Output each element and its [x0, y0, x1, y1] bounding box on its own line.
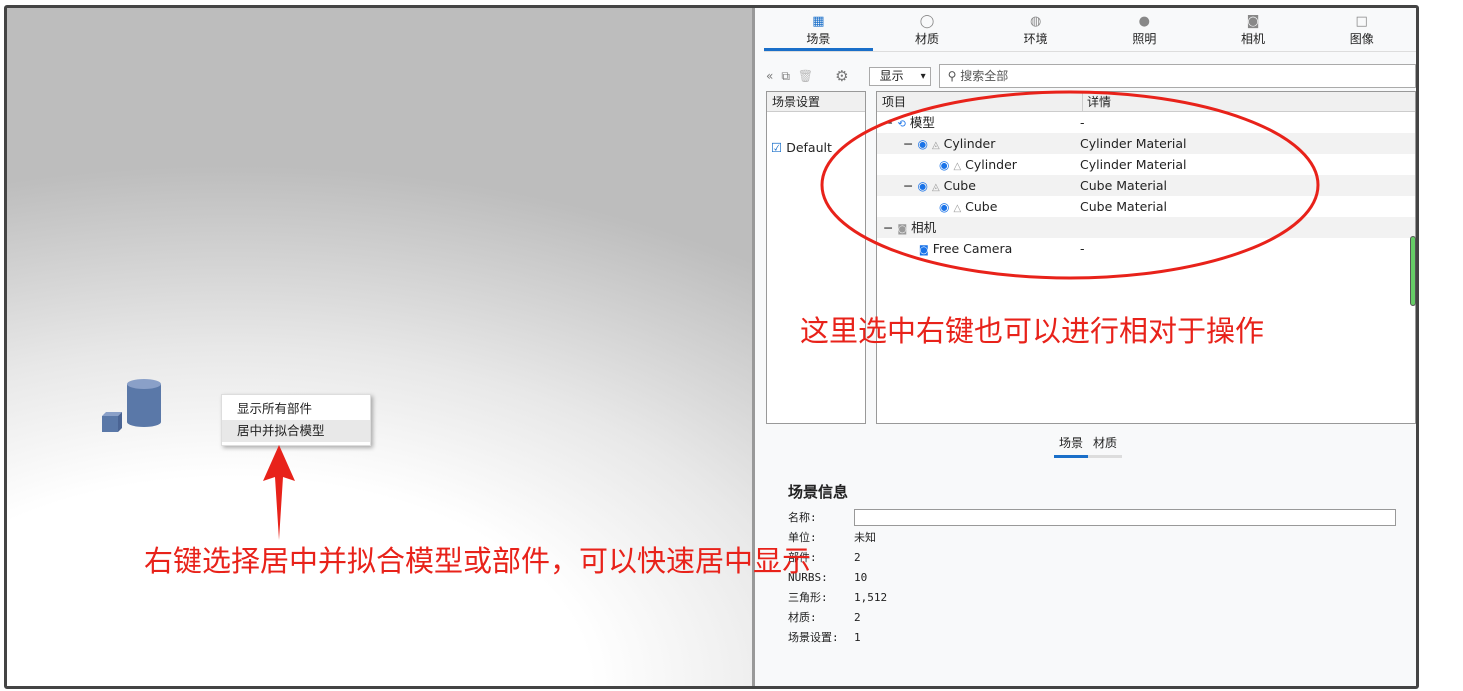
annotation-bottom: 右键选择居中并拟合模型或部件，可以快速居中显示: [144, 544, 812, 578]
bulb-icon: ●: [1138, 14, 1151, 29]
info-value: 1,512: [854, 591, 888, 604]
info-value: 1: [854, 631, 861, 644]
annotation-arrow: [263, 445, 295, 540]
tab-lighting[interactable]: ● 照明: [1090, 8, 1199, 51]
camera-icon: ◙: [1246, 14, 1260, 29]
tab-label: 照明: [1132, 32, 1157, 46]
image-frame-icon: □: [1355, 14, 1368, 29]
display-select[interactable]: 显示: [868, 66, 931, 86]
tab-label: 图像: [1349, 32, 1374, 46]
info-tabs: 场景 材质: [1054, 434, 1123, 458]
cube-model[interactable]: [100, 411, 122, 435]
tab-material[interactable]: ◯ 材质: [873, 8, 982, 51]
name-label: 名称:: [788, 511, 817, 524]
3d-viewport[interactable]: 显示所有部件 居中并拟合模型: [7, 8, 755, 686]
material-icon: ◯: [919, 14, 935, 29]
info-value: 未知: [854, 531, 876, 544]
tab-image[interactable]: □ 图像: [1307, 8, 1416, 51]
info-key: 三角形:: [788, 591, 828, 604]
tab-scene[interactable]: ▦ 场景: [764, 8, 873, 51]
tab-environment[interactable]: ◍ 环境: [981, 8, 1090, 51]
scene-list-icon: ▦: [812, 14, 825, 29]
info-key: 场景设置:: [788, 631, 839, 644]
search-icon: ⚲: [947, 69, 961, 83]
annotation-ellipse: [820, 90, 1320, 280]
name-input[interactable]: [854, 509, 1396, 526]
tab-label: 环境: [1023, 32, 1048, 46]
tab-camera[interactable]: ◙ 相机: [1199, 8, 1308, 51]
panel-scrollbar[interactable]: [1410, 236, 1416, 306]
search-placeholder: 搜索全部: [960, 69, 1009, 83]
collapse-icon[interactable]: «: [766, 69, 773, 83]
info-key: 材质:: [788, 611, 817, 624]
menu-item-center-fit-model[interactable]: 居中并拟合模型: [222, 420, 370, 442]
cylinder-model[interactable]: [125, 378, 165, 428]
context-menu: 显示所有部件 居中并拟合模型: [221, 394, 371, 446]
annotation-right: 这里选中右键也可以进行相对于操作: [800, 314, 1265, 348]
info-value: 2: [854, 611, 861, 624]
globe-icon: ◍: [1030, 14, 1042, 29]
info-value: 2: [854, 551, 861, 564]
subtab-material[interactable]: 材质: [1088, 434, 1123, 458]
subtab-scene[interactable]: 场景: [1054, 434, 1089, 458]
tab-label: 材质: [915, 32, 940, 46]
trash-icon[interactable]: 🗑: [798, 69, 813, 83]
checkbox-checked-icon[interactable]: ☑: [771, 140, 782, 155]
menu-item-show-all-parts[interactable]: 显示所有部件: [222, 398, 370, 420]
add-scene-icon[interactable]: ⧉: [781, 69, 790, 84]
tab-label: 场景: [806, 32, 831, 46]
scene-info: 场景信息 名称: 单位: 未知 部件: 2 NURBS: 10 三角形: 1,512 材…: [788, 481, 1396, 648]
info-value: 10: [854, 571, 868, 584]
scene-info-title: 场景信息: [788, 483, 849, 501]
gear-icon[interactable]: ⚙: [835, 67, 848, 85]
main-tabs: ▦ 场景 ◯ 材质 ◍ 环境 ● 照明 ◙ 相机 □ 图像: [764, 8, 1416, 52]
tab-label: 相机: [1241, 32, 1266, 46]
